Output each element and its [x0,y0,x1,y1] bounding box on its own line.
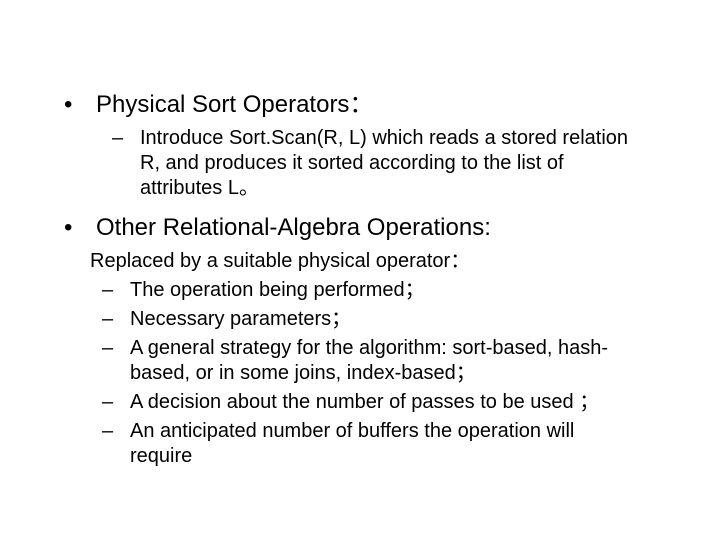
bullet-other-ops: Other Relational-Algebra Operations: [50,213,670,243]
sub-bullet-passes: A decision about the number of passes to… [50,390,670,415]
bullet-text: Introduce Sort.Scan(R, L) which reads a … [140,127,628,199]
sub-bullet-params: Necessary parameters； [50,307,670,332]
bullet-text: A general strategy for the algorithm: so… [130,337,608,384]
bullet-text: An anticipated number of buffers the ope… [130,420,574,467]
bullet-text: A decision about the number of passes to… [130,391,599,413]
bullet-text: The operation being performed； [130,279,425,301]
bullet-text: Other Relational-Algebra Operations: [96,214,491,241]
sub-bullet-buffers: An anticipated number of buffers the ope… [50,419,670,469]
bullet-sortscan: Introduce Sort.Scan(R, L) which reads a … [50,126,670,201]
slide-content: Physical Sort Operators： Introduce Sort.… [0,0,720,540]
bullet-physical-sort: Physical Sort Operators： [50,90,670,120]
sub-intro-label: Replaced by a suitable physical operator… [90,250,470,272]
sub-bullet-operation: The operation being performed； [50,278,670,303]
spacer [50,205,670,213]
sub-bullet-strategy: A general strategy for the algorithm: so… [50,336,670,386]
bullet-text: Necessary parameters； [130,308,351,330]
sub-intro-text: Replaced by a suitable physical operator… [50,249,670,274]
bullet-text: Physical Sort Operators： [96,91,373,118]
